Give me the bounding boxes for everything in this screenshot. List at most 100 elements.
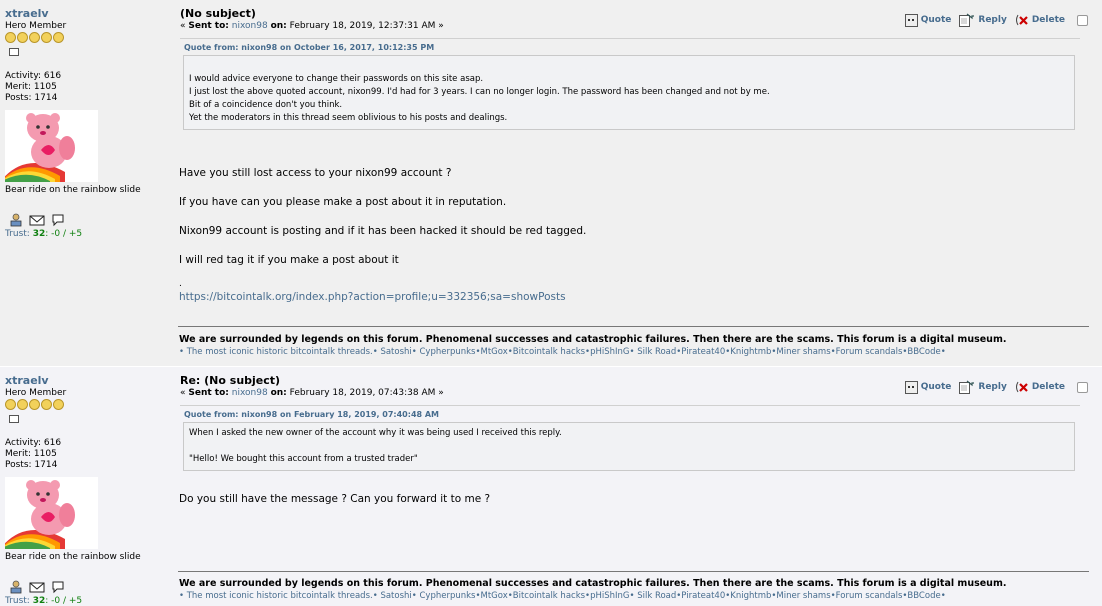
delete-label: Delete bbox=[1031, 15, 1065, 25]
message-header: (No subject) « Sent to: nixon98 on: Febr… bbox=[180, 7, 780, 31]
message-1: xtraelv Hero Member Activity: 616 Merit:… bbox=[0, 0, 1102, 366]
quote-button[interactable]: Quote bbox=[904, 13, 952, 27]
message-body: Have you still lost access to your nixon… bbox=[179, 167, 586, 303]
bullet: • bbox=[411, 591, 417, 601]
avatar bbox=[5, 110, 98, 182]
quote-label: Quote bbox=[920, 382, 952, 392]
bullet: • bbox=[179, 591, 185, 601]
star-icon bbox=[5, 32, 16, 43]
delete-button[interactable]: Delete bbox=[1015, 380, 1065, 394]
message-icon[interactable] bbox=[51, 580, 65, 594]
quote-header[interactable]: Quote from: nixon98 on February 18, 2019… bbox=[184, 410, 439, 419]
sig-link[interactable]: Silk Road bbox=[637, 347, 676, 357]
sig-link[interactable]: Bitcointalk hacks bbox=[513, 347, 585, 357]
quote-line: Bit of a coincidence don't you think. bbox=[189, 100, 343, 110]
header-divider bbox=[180, 405, 1080, 406]
sig-link[interactable]: MtGox bbox=[481, 347, 508, 357]
post-count: Posts: 1714 bbox=[5, 460, 58, 470]
sig-link[interactable]: Pirateat40 bbox=[681, 591, 725, 601]
activity: Activity: 616 bbox=[5, 71, 62, 81]
poster-icons bbox=[5, 580, 170, 596]
quote-line: Yet the moderators in this thread seem o… bbox=[189, 113, 508, 123]
message-body: Do you still have the message ? Can you … bbox=[179, 493, 490, 505]
sig-link[interactable]: Knightmb bbox=[730, 591, 771, 601]
signature-divider bbox=[178, 571, 1089, 572]
sig-link[interactable]: Miner shams bbox=[776, 591, 830, 601]
quote-block: When I asked the new owner of the accoun… bbox=[183, 422, 1075, 471]
quote-button[interactable]: Quote bbox=[904, 380, 952, 394]
bullet: • bbox=[411, 347, 417, 357]
reply-label: Reply bbox=[978, 382, 1007, 392]
profile-icon[interactable] bbox=[9, 580, 23, 594]
sig-link[interactable]: Knightmb bbox=[730, 347, 771, 357]
message-date: February 18, 2019, 07:43:38 AM » bbox=[289, 388, 444, 398]
sig-link[interactable]: Satoshi bbox=[380, 591, 411, 601]
poster-name[interactable]: xtraelv bbox=[5, 7, 170, 20]
trust-score: 32 bbox=[32, 229, 46, 239]
star-icon bbox=[17, 32, 28, 43]
select-checkbox[interactable] bbox=[1077, 381, 1088, 393]
email-icon[interactable] bbox=[29, 580, 45, 594]
merit: Merit: 1105 bbox=[5, 449, 57, 459]
sig-link[interactable]: pHiShInG bbox=[590, 591, 629, 601]
poster-info: xtraelv Hero Member Activity: 616 Merit:… bbox=[5, 374, 170, 606]
sig-link[interactable]: The most iconic historic bitcointalk thr… bbox=[187, 591, 373, 601]
bullet: • bbox=[940, 591, 946, 601]
message-subject: (No subject) bbox=[180, 7, 256, 20]
message-icon[interactable] bbox=[51, 213, 65, 227]
delete-label: Delete bbox=[1031, 382, 1065, 392]
sent-label: Sent to: bbox=[188, 21, 229, 31]
signature-links: • The most iconic historic bitcointalk t… bbox=[179, 591, 946, 601]
sig-link[interactable]: Bitcointalk hacks bbox=[513, 591, 585, 601]
sig-link[interactable]: Silk Road bbox=[637, 591, 676, 601]
sig-link[interactable]: BBCode bbox=[907, 591, 940, 601]
sig-link[interactable]: Satoshi bbox=[380, 347, 411, 357]
quote-block: I would advice everyone to change their … bbox=[183, 55, 1075, 130]
poster-stats: Activity: 616 Merit: 1105 Posts: 1714 bbox=[5, 438, 170, 471]
sig-link[interactable]: Pirateat40 bbox=[681, 347, 725, 357]
quote-line bbox=[189, 440, 1069, 453]
body-paragraph: I will red tag it if you make a post abo… bbox=[179, 254, 399, 266]
trust-detail: : -0 / +5 bbox=[45, 229, 83, 239]
signature-headline: We are surrounded by legends on this for… bbox=[179, 334, 1007, 345]
bullet: • bbox=[372, 591, 378, 601]
reply-button[interactable]: Reply bbox=[959, 380, 1007, 394]
email-icon[interactable] bbox=[29, 213, 45, 227]
quote-line: "Hello! We bought this account from a tr… bbox=[189, 454, 418, 464]
poster-stats: Activity: 616 Merit: 1105 Posts: 1714 bbox=[5, 71, 170, 104]
sig-link[interactable]: Forum scandals bbox=[836, 591, 903, 601]
body-paragraph: Do you still have the message ? Can you … bbox=[179, 493, 491, 505]
recipient-link[interactable]: nixon98 bbox=[232, 388, 268, 398]
quote-line: I just lost the above quoted account, ni… bbox=[189, 87, 770, 97]
star-icon bbox=[29, 399, 40, 410]
profile-link[interactable]: https://bitcointalk.org/index.php?action… bbox=[179, 291, 586, 303]
sent-line: « Sent to: nixon98 on: February 18, 2019… bbox=[180, 21, 780, 31]
sig-link[interactable]: BBCode bbox=[907, 347, 940, 357]
sig-link[interactable]: The most iconic historic bitcointalk thr… bbox=[187, 347, 373, 357]
sig-link[interactable]: Cypherpunks bbox=[419, 347, 475, 357]
avatar-caption: Bear ride on the rainbow slide bbox=[5, 552, 141, 562]
sig-link[interactable]: Forum scandals bbox=[836, 347, 903, 357]
bullet: • bbox=[940, 347, 946, 357]
quote-line bbox=[189, 60, 1069, 73]
reply-icon bbox=[959, 13, 975, 27]
bear-avatar-image bbox=[5, 477, 98, 549]
reply-button[interactable]: Reply bbox=[959, 13, 1007, 27]
quote-line: I would advice everyone to change their … bbox=[189, 74, 484, 84]
poster-name[interactable]: xtraelv bbox=[5, 374, 170, 387]
sent-line: « Sent to: nixon98 on: February 18, 2019… bbox=[180, 388, 780, 398]
star-icon bbox=[5, 399, 16, 410]
recipient-link[interactable]: nixon98 bbox=[232, 21, 268, 31]
sig-link[interactable]: pHiShInG bbox=[590, 347, 629, 357]
sig-link[interactable]: Miner shams bbox=[776, 347, 830, 357]
trust-rating[interactable]: Trust: 32: -0 / +5 bbox=[5, 229, 170, 239]
quote-label: Quote bbox=[920, 15, 952, 25]
profile-icon[interactable] bbox=[9, 213, 23, 227]
quote-header[interactable]: Quote from: nixon98 on October 16, 2017,… bbox=[184, 43, 434, 52]
select-checkbox[interactable] bbox=[1077, 14, 1088, 26]
message-date: February 18, 2019, 12:37:31 AM » bbox=[289, 21, 444, 31]
star-icon bbox=[41, 399, 52, 410]
delete-button[interactable]: Delete bbox=[1015, 13, 1065, 27]
sig-link[interactable]: MtGox bbox=[481, 591, 508, 601]
sig-link[interactable]: Cypherpunks bbox=[419, 591, 475, 601]
